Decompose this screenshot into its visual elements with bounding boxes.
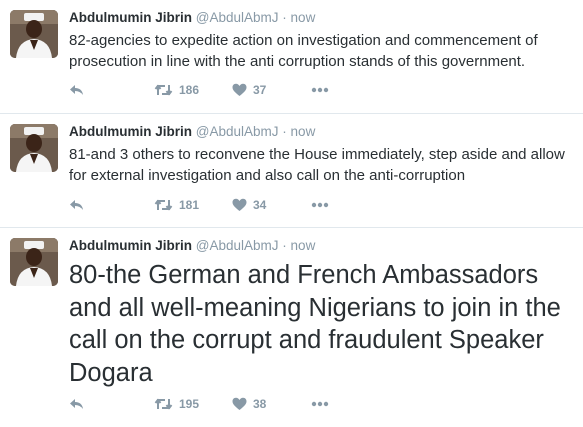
more-dots-icon (311, 401, 329, 407)
heart-icon (232, 83, 247, 97)
reply-icon (69, 198, 85, 212)
avatar[interactable] (10, 238, 58, 286)
like-count: 38 (253, 397, 267, 411)
author-handle[interactable]: @AbdulAbmJ (196, 238, 279, 253)
tweet-header: Abdulmumin Jibrin @AbdulAbmJ · now (69, 9, 575, 27)
tweet-actions: 186 37 (69, 81, 329, 99)
timestamp[interactable]: now (291, 238, 316, 253)
retweet-button[interactable]: 186 (154, 83, 232, 97)
retweet-button[interactable]: 195 (154, 397, 232, 411)
heart-icon (232, 397, 247, 411)
heart-icon (232, 198, 247, 212)
more-dots-icon (311, 87, 329, 93)
retweet-button[interactable]: 181 (154, 198, 232, 212)
retweet-icon (154, 397, 173, 411)
tweet-actions: 181 34 (69, 196, 329, 214)
retweet-count: 181 (179, 198, 200, 212)
like-button[interactable]: 38 (232, 397, 311, 411)
timestamp[interactable]: now (291, 124, 316, 139)
author-name[interactable]: Abdulmumin Jibrin (69, 124, 192, 139)
author-handle[interactable]: @AbdulAbmJ (196, 124, 279, 139)
tweet-text: 82-agencies to expedite action on invest… (69, 32, 538, 70)
more-dots-icon (311, 202, 329, 208)
retweet-icon (154, 83, 173, 97)
like-button[interactable]: 37 (232, 83, 311, 97)
more-button[interactable] (311, 401, 329, 407)
tweet-header: Abdulmumin Jibrin @AbdulAbmJ · now (69, 237, 575, 255)
more-button[interactable] (311, 87, 329, 93)
reply-button[interactable] (69, 397, 154, 411)
like-count: 34 (253, 198, 267, 212)
tweet-actions: 195 38 (69, 395, 329, 413)
tweet-3[interactable]: Abdulmumin Jibrin @AbdulAbmJ · now 80-th… (0, 228, 583, 427)
reply-icon (69, 83, 85, 97)
reply-button[interactable] (69, 198, 154, 212)
author-handle[interactable]: @AbdulAbmJ (196, 10, 279, 25)
reply-button[interactable] (69, 83, 154, 97)
author-name[interactable]: Abdulmumin Jibrin (69, 10, 192, 25)
separator-dot: · (282, 10, 287, 25)
avatar[interactable] (10, 124, 58, 172)
tweet-text: 81-and 3 others to reconvene the House i… (69, 146, 565, 184)
tweet-header: Abdulmumin Jibrin @AbdulAbmJ · now (69, 123, 575, 141)
more-button[interactable] (311, 202, 329, 208)
separator-dot: · (282, 124, 287, 139)
reply-icon (69, 397, 85, 411)
avatar[interactable] (10, 10, 58, 58)
author-name[interactable]: Abdulmumin Jibrin (69, 238, 192, 253)
separator-dot: · (282, 238, 287, 253)
like-button[interactable]: 34 (232, 198, 311, 212)
retweet-icon (154, 198, 173, 212)
tweet-1[interactable]: Abdulmumin Jibrin @AbdulAbmJ · now 82-ag… (0, 0, 583, 114)
like-count: 37 (253, 83, 267, 97)
retweet-count: 195 (179, 397, 200, 411)
timestamp[interactable]: now (291, 10, 316, 25)
tweet-text: 80-the German and French Ambassadors and… (69, 261, 561, 387)
retweet-count: 186 (179, 83, 200, 97)
tweet-2[interactable]: Abdulmumin Jibrin @AbdulAbmJ · now 81-an… (0, 114, 583, 228)
